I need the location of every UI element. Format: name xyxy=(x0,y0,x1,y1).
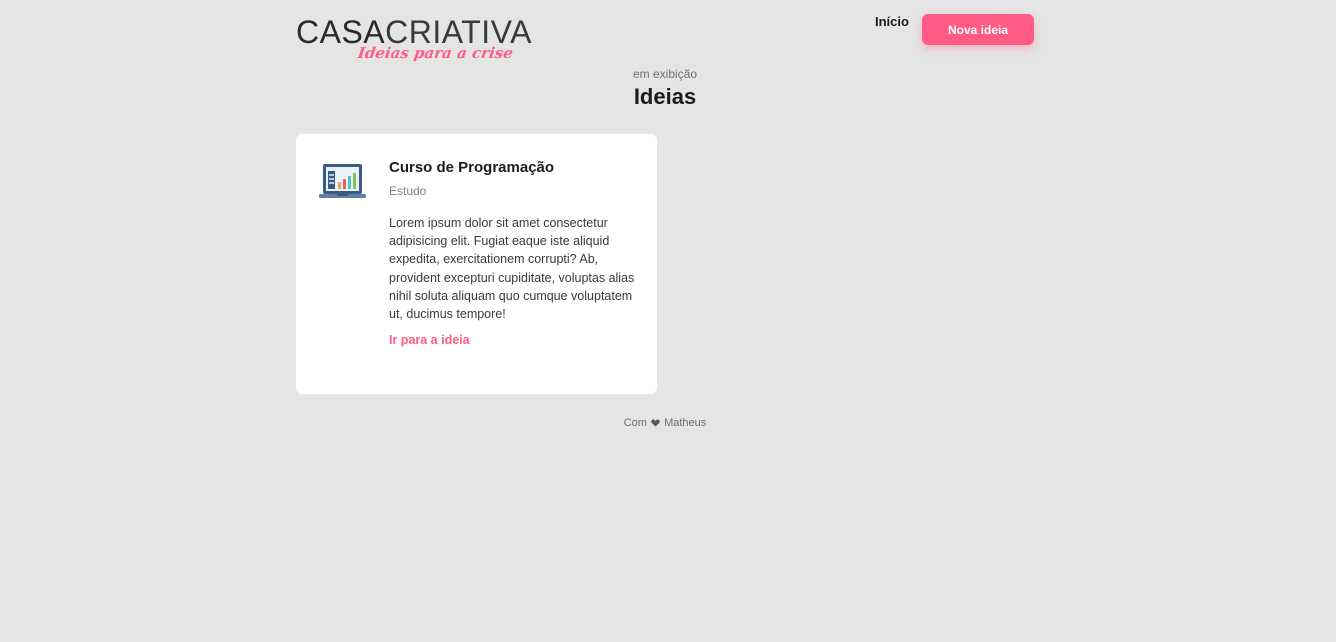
idea-card: Curso de Programação Estudo Lorem ipsum … xyxy=(296,134,657,394)
nav-home-link[interactable]: Início xyxy=(875,14,909,30)
new-idea-button[interactable]: Nova ideia xyxy=(922,14,1034,45)
brand-logo[interactable]: CASACRIATIVA Ideias para a crise xyxy=(296,14,531,64)
idea-description: Lorem ipsum dolor sit amet consectetur a… xyxy=(389,216,635,322)
footer: Com Matheus xyxy=(0,417,1330,429)
page-subtitle: em exibição xyxy=(632,67,698,81)
brand-tagline: Ideias para a crise xyxy=(356,44,515,62)
heart-icon xyxy=(651,419,660,427)
idea-category: Estudo xyxy=(389,184,427,198)
idea-title: Curso de Programação xyxy=(389,159,555,176)
idea-link[interactable]: Ir para a ideia xyxy=(389,333,470,347)
idea-card-body: Curso de Programação Estudo Lorem ipsum … xyxy=(389,159,635,349)
footer-author: Matheus xyxy=(664,417,707,429)
laptop-chart-icon xyxy=(319,164,366,198)
main-nav: Início Nova ideia xyxy=(875,14,1034,45)
footer-prefix: Com xyxy=(623,417,647,429)
page-title: Ideias xyxy=(633,84,697,109)
